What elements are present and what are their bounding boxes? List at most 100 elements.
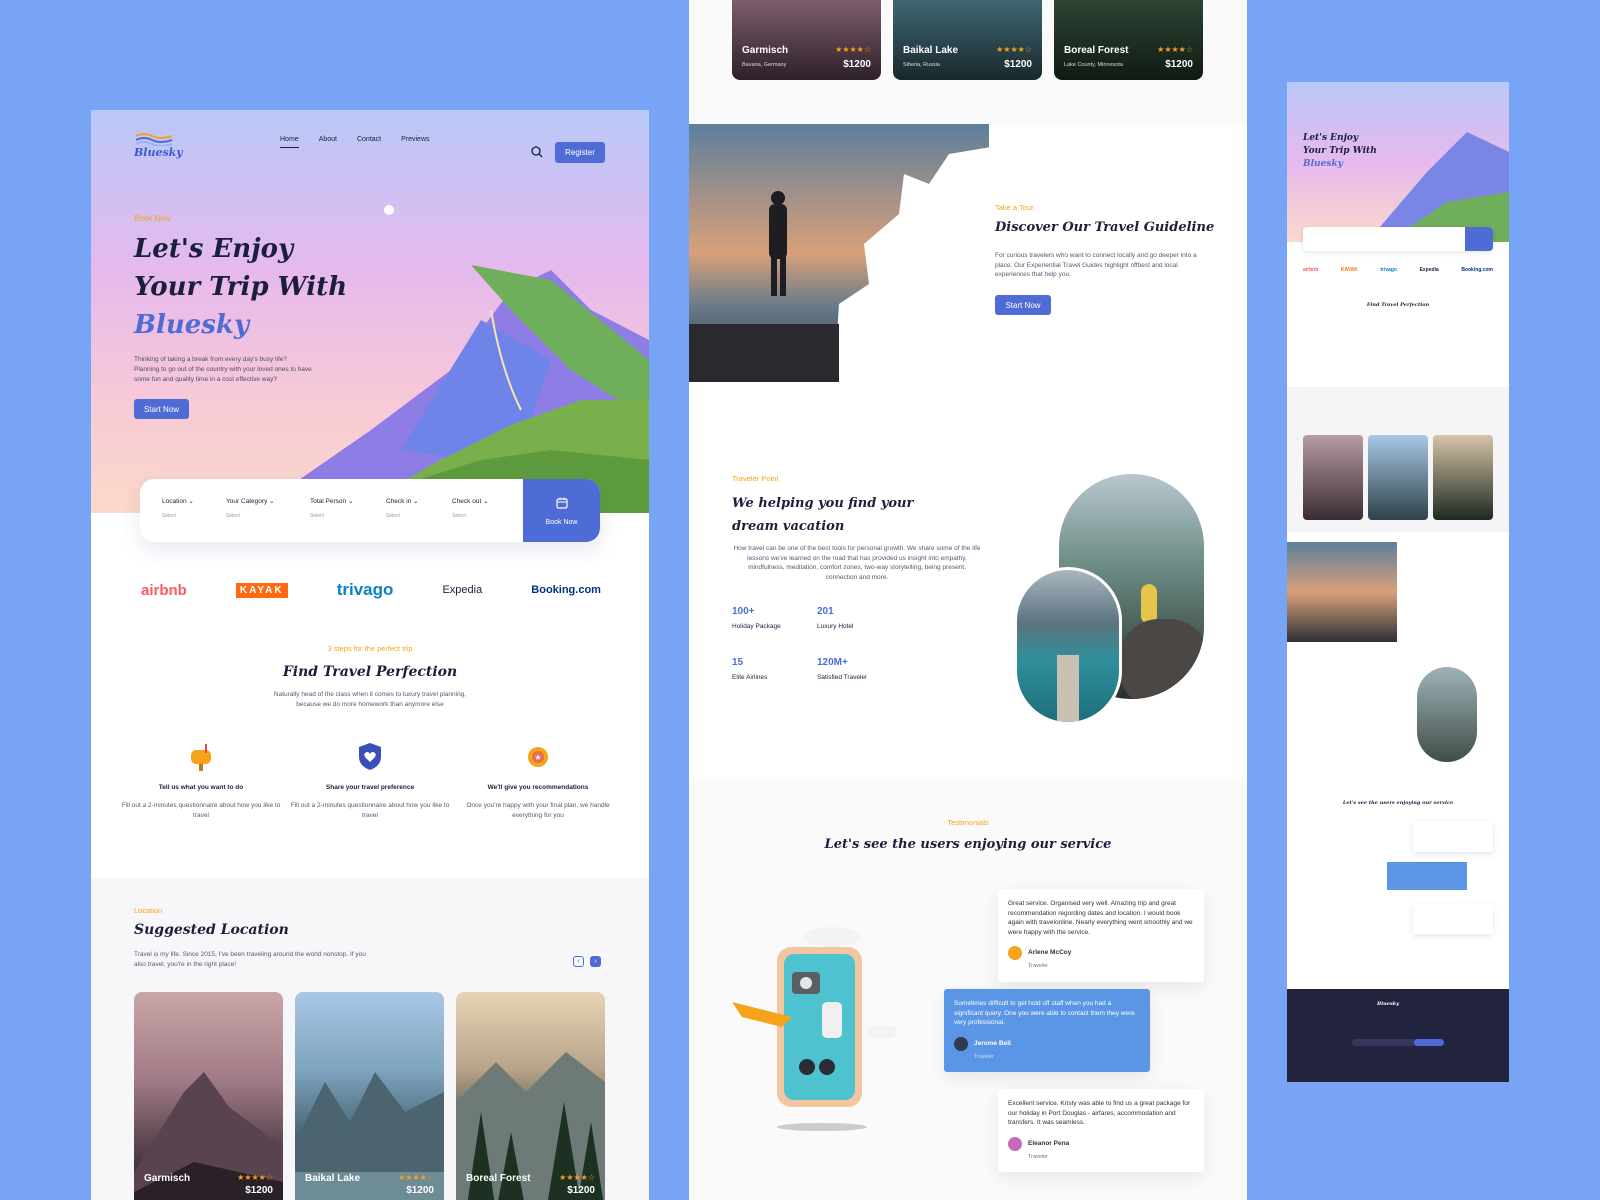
stat-label: Luxury Hotel	[817, 623, 854, 630]
brand-logo[interactable]: Bluesky	[134, 132, 183, 159]
location-card-garmisch[interactable]: Garmisch ★★★★☆ $1200	[134, 992, 283, 1200]
landing-page-preview-middle: Garmisch Bavaria, Germany ★★★★☆ $1200 Ba…	[689, 0, 1247, 1200]
brand-name: Bluesky	[134, 146, 183, 159]
traveler-title: We helping you find your dream vacation	[732, 496, 914, 534]
hero-start-button[interactable]: Start Now	[134, 399, 189, 419]
stat-value: 201	[817, 606, 834, 617]
hero-title-line3: Bluesky	[134, 310, 250, 340]
testimonial-author: Jerome Bell	[954, 1036, 1140, 1051]
step-title: Tell us what you want to do	[158, 784, 244, 791]
field-value: Select	[310, 513, 324, 519]
location-card-boreal[interactable]: Boreal Forest Lake County, Minnesota ★★★…	[1054, 0, 1203, 80]
card-price: $1200	[843, 59, 871, 70]
hero-description: Thinking of taking a break from every da…	[134, 356, 312, 383]
search-icon[interactable]	[531, 146, 543, 158]
thumbnail-hero-title: Let's Enjoy Your Trip With Bluesky	[1303, 132, 1383, 171]
steps-description-line2: because we do more homework than anymore…	[296, 701, 444, 708]
search-field-total-person[interactable]: Total Person ⌄ Select	[310, 497, 353, 519]
guide-title: Discover Our Travel Guideline	[995, 220, 1215, 235]
search-field-check-in[interactable]: Check in ⌄ Select	[386, 497, 419, 519]
nav-link-previews[interactable]: Previews	[401, 136, 429, 148]
location-card-boreal[interactable]: Boreal Forest ★★★★☆ $1200	[456, 992, 605, 1200]
sun-illustration	[384, 205, 394, 215]
search-field-category[interactable]: Your Category ⌄ Select	[226, 497, 275, 519]
stat-label: Satisfied Traveler	[817, 674, 868, 681]
register-button[interactable]: Register	[555, 142, 605, 163]
chevron-right-icon[interactable]: ›	[590, 956, 601, 967]
hero-title: Let's Enjoy Your Trip With Bluesky	[134, 230, 354, 344]
testimonials-eyebrow: Testimonials	[947, 818, 989, 827]
card-place: Siberia, Russia	[903, 62, 940, 68]
thumbnail-quote-3	[1413, 904, 1493, 934]
step-card-3: ★ We'll give you recommendations Once yo…	[458, 740, 618, 821]
suggested-location-section: Location Suggested Location Travel is my…	[91, 878, 649, 1200]
calendar-icon	[555, 497, 568, 509]
traveler-sunset-photo	[689, 124, 989, 382]
thumbnail-booking-logo: Booking.com	[1461, 267, 1493, 273]
steps-description-line1: Naturally head of the class when it come…	[273, 691, 467, 698]
testimonial-author: Eleanor Pena	[1008, 1136, 1194, 1151]
thumbnail-quote-2	[1387, 862, 1467, 890]
thumbnail-trivago-logo: trivago	[1380, 267, 1397, 273]
field-label: Total Person	[310, 498, 347, 505]
step-card-2: Share your travel preference Fill out a …	[290, 740, 450, 821]
step-description: Once you're happy with your final plan, …	[466, 802, 610, 819]
thumbnail-search-bar	[1303, 227, 1493, 251]
testimonial-card-1: Great service. Organised very well. Amaz…	[998, 889, 1204, 982]
location-card-garmisch[interactable]: Garmisch Bavaria, Germany ★★★★☆ $1200	[732, 0, 881, 80]
nav-link-contact[interactable]: Contact	[357, 136, 381, 148]
nav-link-about[interactable]: About	[319, 136, 337, 148]
thumbnail-mountain-illustration	[1367, 132, 1509, 242]
book-now-button[interactable]: Book Now	[523, 479, 600, 542]
wave-logo-icon	[135, 133, 173, 146]
thumbnail-card-boreal	[1433, 435, 1493, 520]
thumbnail-newsletter-input	[1352, 1039, 1444, 1046]
field-label: Check in	[386, 498, 412, 505]
testimonial-author: Arlene McCoy	[1008, 946, 1194, 960]
field-value: Select	[386, 513, 400, 519]
thumbnail-quote-1	[1413, 822, 1493, 852]
thumbnail-hero: Let's Enjoy Your Trip With Bluesky	[1287, 82, 1509, 242]
thumbnail-guide-photo	[1287, 542, 1397, 642]
lake-dock-photo	[1014, 567, 1122, 725]
book-now-label: Book Now	[545, 519, 578, 526]
location-card-baikal[interactable]: Baikal Lake Siberia, Russia ★★★★☆ $1200	[893, 0, 1042, 80]
thumbnail-traveler-photo	[1417, 667, 1477, 762]
step-description: Fill out a 2-minutes questionnaire about…	[121, 802, 281, 819]
full-page-thumbnail: Let's Enjoy Your Trip With Bluesky airbn…	[1287, 82, 1509, 1082]
field-label: Your Category	[226, 498, 268, 505]
thumbnail-hero-title-line3: Bluesky	[1303, 159, 1343, 169]
travel-guideline-section: Take a Tour Discover Our Travel Guidelin…	[689, 124, 1247, 382]
stat-value: 100+	[732, 606, 755, 617]
field-value: Select	[452, 513, 466, 519]
card-place: Bavaria, Germany	[742, 62, 787, 68]
thumbnail-footer: Bluesky	[1287, 989, 1509, 1082]
field-label: Location	[162, 498, 187, 505]
nav-link-home[interactable]: Home	[280, 136, 299, 148]
chevron-left-icon[interactable]: ‹	[573, 956, 584, 967]
location-card-baikal[interactable]: Baikal Lake ★★★★☆ $1200	[295, 992, 444, 1200]
testimonial-text: Great service. Organised very well. Amaz…	[1008, 900, 1193, 936]
field-value: Select	[226, 513, 240, 519]
partner-logos: airbnb KAYAK trivago Expedia Booking.com	[141, 580, 601, 600]
stat-satisfied-traveler: 120M+ Satisfied Traveler	[817, 657, 867, 681]
avatar	[1008, 1136, 1022, 1151]
shield-heart-icon	[359, 743, 381, 770]
thumbnail-airbnb-logo: airbnb	[1303, 267, 1319, 273]
card-name: Baikal Lake	[305, 1173, 361, 1184]
nav-links: Home About Contact Previews	[280, 136, 430, 148]
author-role: Traveler	[1028, 963, 1048, 969]
card-name: Baikal Lake	[903, 45, 959, 56]
author-name: Jerome Bell	[974, 1039, 1011, 1047]
location-title: Suggested Location	[134, 922, 289, 938]
search-field-location[interactable]: Location ⌄ Select	[162, 497, 194, 519]
search-field-check-out[interactable]: Check out ⌄ Select	[452, 497, 489, 519]
traveler-eyebrow: Traveler Point	[732, 474, 779, 483]
stat-luxury-hotel: 201 Luxury Hotel	[817, 606, 854, 630]
thumbnail-kayak-logo: KAYAK	[1340, 267, 1358, 273]
rating-stars: ★★★★☆	[559, 1173, 595, 1182]
rating-stars: ★★★★☆	[237, 1173, 273, 1182]
guide-start-button[interactable]: Start Now	[995, 295, 1051, 315]
card-name: Boreal Forest	[466, 1173, 531, 1184]
card-price: $1200	[1165, 59, 1193, 70]
